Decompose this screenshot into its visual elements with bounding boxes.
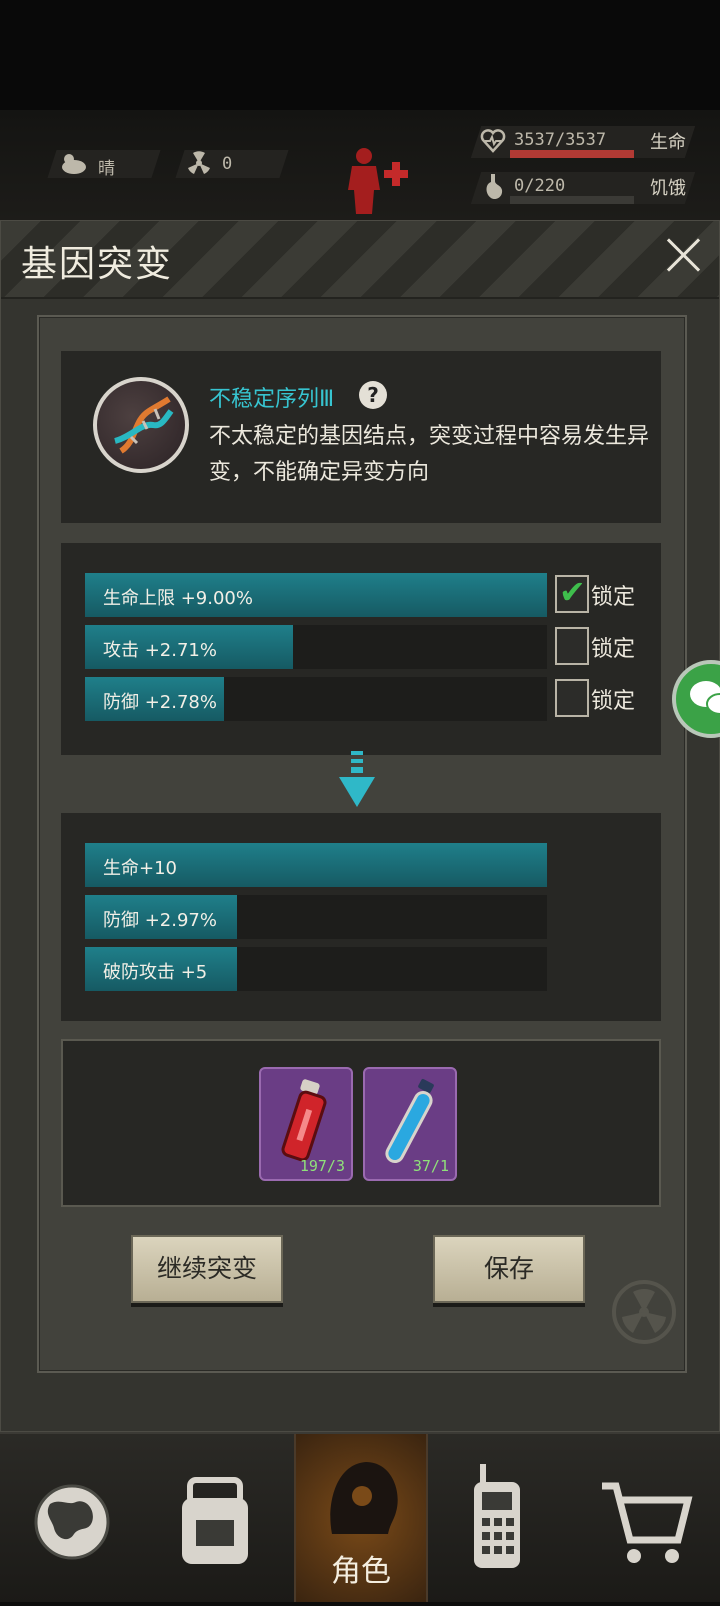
item-count: 37/1 xyxy=(412,1157,449,1175)
continue-mutation-button[interactable]: 继续突变 xyxy=(131,1235,283,1303)
stat-label: 攻击 +2.71% xyxy=(103,640,217,661)
stomach-icon xyxy=(486,174,503,200)
hunger-value: 0/220 xyxy=(514,176,566,196)
close-icon[interactable] xyxy=(661,233,705,277)
nav-shop[interactable] xyxy=(582,1434,712,1602)
current-stat-row: 攻击 +2.71% xyxy=(85,625,547,669)
items-panel: 197/3 37/1 xyxy=(61,1039,661,1207)
item-slot[interactable]: 197/3 xyxy=(259,1067,353,1181)
stat-label: 防御 +2.97% xyxy=(103,910,217,931)
radiation-watermark-icon xyxy=(612,1280,676,1344)
stat-label: 生命上限 +9.00% xyxy=(103,588,253,609)
item-slot[interactable]: 37/1 xyxy=(363,1067,457,1181)
dialog-body: 不稳定序列Ⅲ ? 不太稳定的基因结点，突变过程中容易发生异变，不能确定异变方向 … xyxy=(37,315,687,1373)
status-bar-area xyxy=(0,0,720,110)
current-stats-panel: 生命上限 +9.00% ✔ 锁定 攻击 +2.71% ✔ 锁定 防御 +2.78… xyxy=(61,543,661,755)
help-icon[interactable]: ? xyxy=(359,381,387,409)
gene-name: 不稳定序列Ⅲ xyxy=(209,387,335,412)
hp-bar-fill xyxy=(510,150,634,158)
walkie-talkie-icon xyxy=(474,1464,520,1568)
lock-label: 锁定 xyxy=(591,689,636,714)
new-stat-row: 破防攻击 +5 xyxy=(85,947,547,991)
globe-icon xyxy=(34,1484,110,1560)
nav-radio[interactable] xyxy=(440,1434,570,1602)
checkmark-icon: ✔ xyxy=(559,573,586,611)
gene-description: 不太稳定的基因结点，突变过程中容易发生异变，不能确定异变方向 xyxy=(209,424,650,485)
new-stats-panel: 生命+10 防御 +2.97% 破防攻击 +5 xyxy=(61,813,661,1021)
item-count: 197/3 xyxy=(299,1157,345,1175)
lock-checkbox-attack[interactable]: ✔ xyxy=(555,627,589,665)
character-health-icon[interactable] xyxy=(340,146,410,216)
dna-gene-icon xyxy=(93,377,189,473)
lock-label: 锁定 xyxy=(591,585,636,610)
gene-mutation-window: 基因突变 不稳定序列Ⅲ ? 不太稳定的基因结点，突变过程中容易发生异变，不能确定… xyxy=(0,220,720,1432)
window-title: 基因突变 xyxy=(21,244,174,285)
hunger-label: 饥饿 xyxy=(650,178,686,199)
lock-label: 锁定 xyxy=(591,637,636,662)
nav-character[interactable]: 角色 xyxy=(294,1434,428,1602)
character-head-icon xyxy=(330,1462,398,1534)
arrow-down-icon xyxy=(339,751,375,807)
nav-character-label: 角色 xyxy=(331,1554,391,1589)
backpack-icon xyxy=(182,1477,248,1564)
gene-info-panel: 不稳定序列Ⅲ ? 不太稳定的基因结点，突变过程中容易发生异变，不能确定异变方向 xyxy=(61,351,661,523)
lock-checkbox-hp[interactable]: ✔ xyxy=(555,573,589,613)
bottom-nav: 角色 xyxy=(0,1432,720,1602)
shopping-cart-icon xyxy=(602,1482,693,1563)
weather-text: 晴 xyxy=(98,159,115,179)
new-stat-row: 生命+10 xyxy=(85,843,547,887)
hp-label: 生命 xyxy=(650,132,686,153)
current-stat-row: 生命上限 +9.00% xyxy=(85,573,547,617)
radiation-icon xyxy=(188,151,210,174)
save-button[interactable]: 保存 xyxy=(433,1235,585,1303)
stat-label: 生命+10 xyxy=(103,858,177,879)
hp-value: 3537/3537 xyxy=(514,130,607,150)
radiation-value: 0 xyxy=(222,154,233,174)
current-stat-row: 防御 +2.78% xyxy=(85,677,547,721)
nav-world[interactable] xyxy=(10,1434,140,1602)
stat-label: 破防攻击 +5 xyxy=(103,962,208,983)
new-stat-row: 防御 +2.97% xyxy=(85,895,547,939)
window-titlebar: 基因突变 xyxy=(1,221,719,299)
weather-cloud-icon xyxy=(62,154,86,174)
chat-bubble-icon[interactable] xyxy=(672,660,720,738)
heart-rate-icon xyxy=(480,129,506,153)
lock-checkbox-defense[interactable]: ✔ xyxy=(555,679,589,717)
stat-label: 防御 +2.78% xyxy=(103,692,217,713)
nav-backpack[interactable] xyxy=(150,1434,280,1602)
hud-bar: 晴 0 3537/3537 生命 0/220 饥饿 xyxy=(0,110,720,220)
